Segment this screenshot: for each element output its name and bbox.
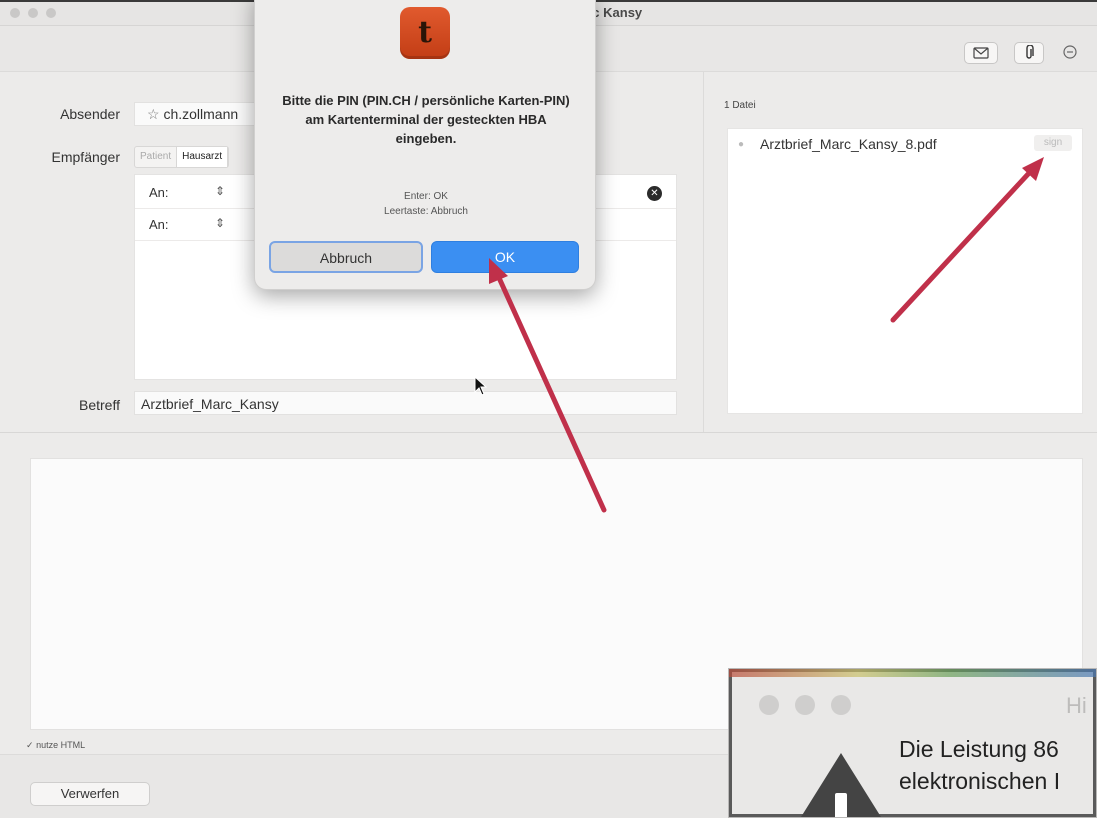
app-logo-icon: t xyxy=(400,7,450,59)
discard-button[interactable]: Verwerfen xyxy=(30,782,150,806)
sign-button[interactable]: sign xyxy=(1034,135,1072,151)
checkmark-icon: ✓ xyxy=(26,740,34,750)
minus-circle-icon[interactable] xyxy=(1062,44,1078,65)
subject-label: Betreff xyxy=(79,397,120,413)
recipient-type-select[interactable]: An: xyxy=(149,185,169,200)
recipient-type-segmented-control: Patient Hausarzt xyxy=(134,146,230,168)
window-chrome-strip xyxy=(729,669,1096,677)
alert-message-line: elektronischen I xyxy=(899,768,1061,794)
up-down-chevron-icon[interactable]: ⇕ xyxy=(215,184,225,198)
alert-message-line: Die Leistung 86 xyxy=(899,736,1059,762)
zoom-window-button[interactable] xyxy=(831,695,851,715)
file-name: Arztbrief_Marc_Kansy_8.pdf xyxy=(760,136,937,152)
sender-field[interactable]: ☆ ch.zollmann xyxy=(134,102,264,126)
paperclip-icon xyxy=(1026,45,1034,59)
close-window-button[interactable] xyxy=(759,695,779,715)
close-window-button[interactable] xyxy=(10,8,20,18)
subject-input[interactable]: Arztbrief_Marc_Kansy xyxy=(134,391,677,415)
sender-value: ch.zollmann xyxy=(163,106,239,122)
recipient-type-select[interactable]: An: xyxy=(149,217,169,232)
file-bullet-icon: ● xyxy=(738,139,745,150)
attach-file-button[interactable] xyxy=(1014,42,1044,64)
send-mail-button[interactable] xyxy=(964,42,998,64)
html-checkbox-label: nutze HTML xyxy=(36,740,86,750)
section-divider xyxy=(0,432,1097,433)
minimize-window-button[interactable] xyxy=(28,8,38,18)
tab-patient[interactable]: Patient xyxy=(135,147,178,167)
tab-hausarzt[interactable]: Hausarzt xyxy=(177,147,229,167)
star-icon: ☆ xyxy=(147,106,160,122)
up-down-chevron-icon[interactable]: ⇕ xyxy=(215,216,225,230)
warning-icon-mark xyxy=(835,793,847,817)
zoom-window-button[interactable] xyxy=(46,8,56,18)
minimize-window-button[interactable] xyxy=(795,695,815,715)
warning-alert-window: Hi Die Leistung 86 elektronischen I xyxy=(728,668,1097,818)
hint-space: Leertaste: Abbruch xyxy=(384,206,468,217)
hint-enter: Enter: OK xyxy=(404,191,448,202)
envelope-icon xyxy=(973,47,989,59)
remove-recipient-icon[interactable]: ✕ xyxy=(647,186,662,201)
list-item[interactable]: ● Arztbrief_Marc_Kansy_8.pdf sign xyxy=(728,129,1082,157)
alert-title: Hi xyxy=(1066,693,1087,718)
alert-message: Die Leistung 86 elektronischen I xyxy=(899,733,1060,797)
recipient-label: Empfänger xyxy=(51,149,120,165)
cancel-button[interactable]: Abbruch xyxy=(269,241,423,273)
ok-button[interactable]: OK xyxy=(431,241,579,273)
dialog-message: Bitte die PIN (PIN.CH / persönliche Kart… xyxy=(282,93,570,146)
mouse-cursor-icon xyxy=(474,376,488,396)
attachment-count: 1 Datei xyxy=(724,100,756,111)
html-checkbox[interactable]: ✓ nutze HTML xyxy=(26,740,85,751)
attachment-list: ● Arztbrief_Marc_Kansy_8.pdf sign xyxy=(727,128,1083,414)
sender-label: Absender xyxy=(60,106,120,122)
pin-entry-dialog: t Bitte die PIN (PIN.CH / persönliche Ka… xyxy=(254,0,596,290)
